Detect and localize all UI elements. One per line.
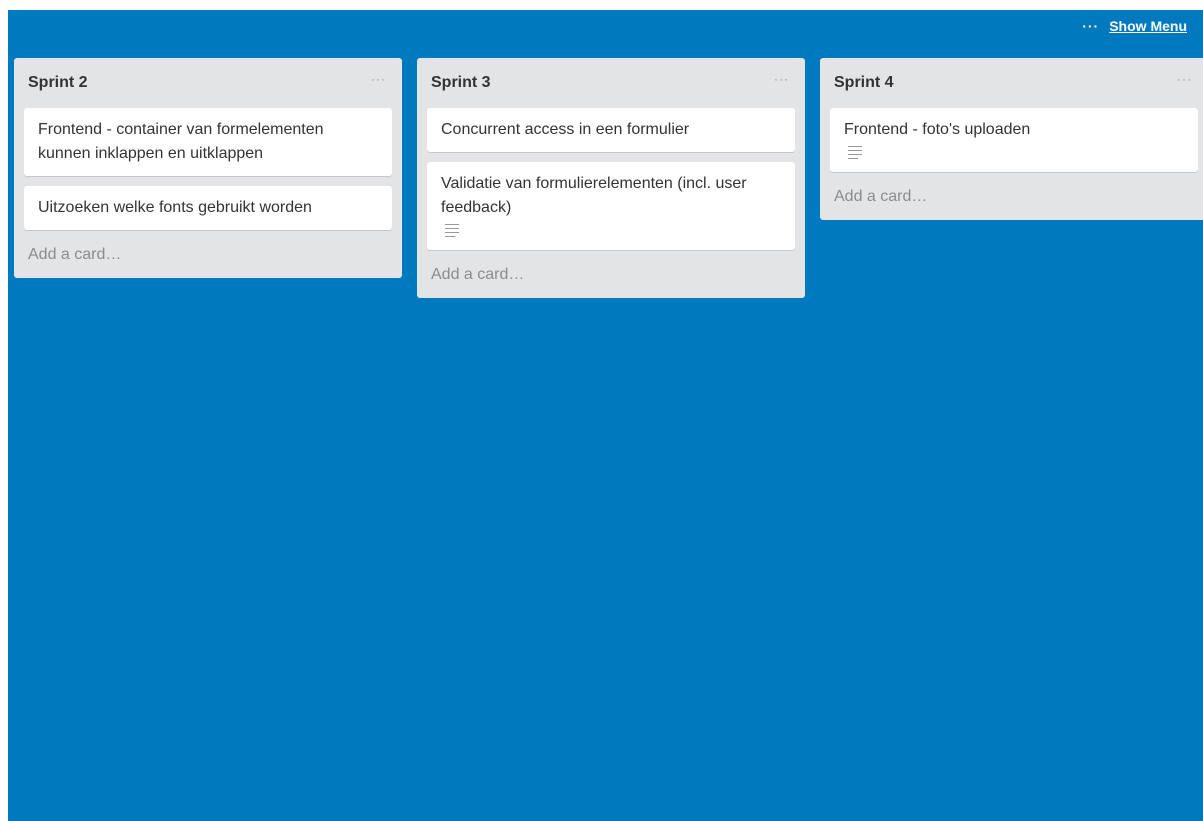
- board-header: ··· Show Menu: [8, 10, 1203, 48]
- list-header: Sprint 2 ···: [24, 58, 392, 108]
- list-title[interactable]: Sprint 2: [28, 74, 88, 92]
- card[interactable]: Frontend - foto's uploaden: [830, 108, 1198, 172]
- list-title[interactable]: Sprint 4: [834, 74, 894, 92]
- add-card-button[interactable]: Add a card…: [24, 240, 392, 268]
- list-header: Sprint 3 ···: [427, 58, 795, 108]
- card[interactable]: Concurrent access in een formulier: [427, 108, 795, 152]
- card[interactable]: Uitzoeken welke fonts gebruikt worden: [24, 186, 392, 230]
- board: ··· Show Menu Sprint 2 ··· Frontend - co…: [8, 10, 1203, 821]
- list-sprint-3: Sprint 3 ··· Concurrent access in een fo…: [417, 58, 805, 298]
- show-menu-label[interactable]: Show Menu: [1109, 18, 1187, 34]
- card-title: Uitzoeken welke fonts gebruikt worden: [38, 199, 312, 216]
- list-menu-icon[interactable]: ···: [1177, 72, 1192, 86]
- card-title: Validatie van formulierelementen (incl. …: [441, 175, 747, 216]
- description-icon: [445, 224, 459, 237]
- card-title: Frontend - container van formelementen k…: [38, 121, 324, 162]
- more-icon[interactable]: ···: [1082, 18, 1099, 34]
- list-header: Sprint 4 ···: [830, 58, 1198, 108]
- description-icon: [848, 146, 862, 159]
- add-card-button[interactable]: Add a card…: [830, 182, 1198, 210]
- add-card-button[interactable]: Add a card…: [427, 260, 795, 288]
- card[interactable]: Validatie van formulierelementen (incl. …: [427, 162, 795, 250]
- list-sprint-4: Sprint 4 ··· Frontend - foto's uploaden …: [820, 58, 1203, 220]
- list-menu-icon[interactable]: ···: [774, 72, 789, 86]
- card-title: Concurrent access in een formulier: [441, 121, 690, 138]
- list-menu-icon[interactable]: ···: [371, 72, 386, 86]
- card-title: Frontend - foto's uploaden: [844, 121, 1031, 138]
- list-title[interactable]: Sprint 3: [431, 74, 491, 92]
- list-sprint-2: Sprint 2 ··· Frontend - container van fo…: [14, 58, 402, 278]
- card[interactable]: Frontend - container van formelementen k…: [24, 108, 392, 176]
- show-menu-button[interactable]: ··· Show Menu: [1082, 18, 1187, 34]
